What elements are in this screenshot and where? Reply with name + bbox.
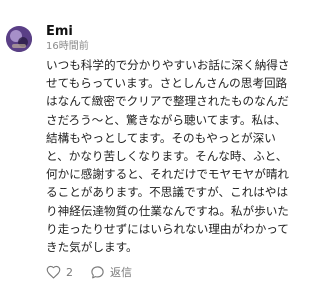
username[interactable]: Emi	[46, 24, 89, 40]
like-count: 2	[66, 265, 73, 279]
comment-header: Emi 16時間前	[46, 24, 89, 54]
like-button[interactable]: 2	[46, 265, 90, 279]
timestamp: 16時間前	[46, 41, 89, 52]
heart-icon	[46, 265, 61, 279]
reply-button[interactable]: 返信	[90, 264, 132, 280]
comment-actions: 2 返信	[46, 263, 132, 281]
chat-bubble-icon	[91, 265, 104, 278]
reply-label: 返信	[110, 266, 132, 279]
avatar-image	[6, 26, 32, 52]
comment-card: Emi 16時間前 いつも科学的で分かりやすいお話に深く納得させてもらっています…	[0, 0, 300, 300]
comment-body: いつも科学的で分かりやすいお話に深く納得させてもらっています。さとしんさんの思考…	[46, 58, 290, 255]
avatar[interactable]	[6, 26, 32, 52]
